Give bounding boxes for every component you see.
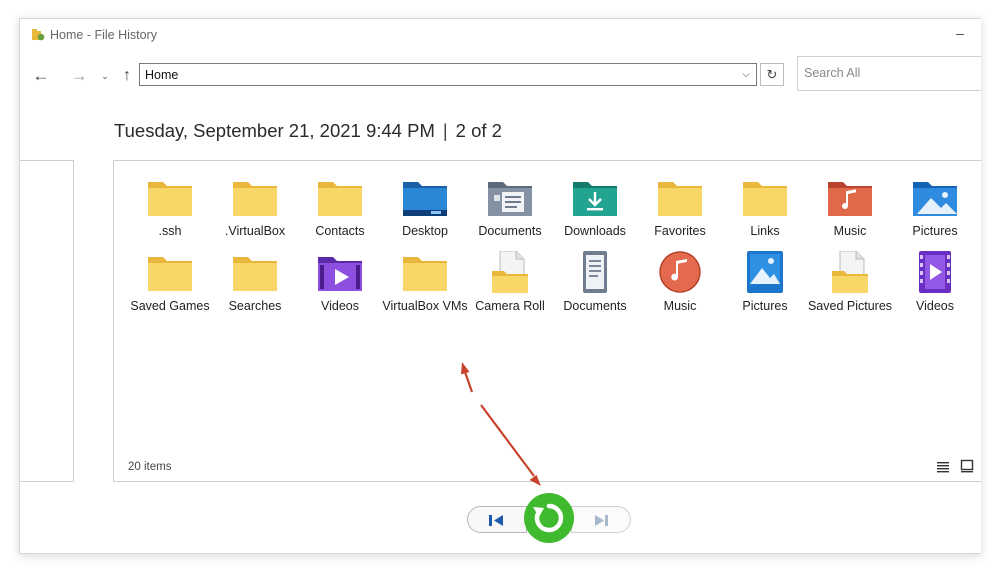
list-item[interactable]: Saved Games [127, 251, 213, 314]
large-icons-view-icon[interactable] [960, 459, 974, 473]
playback-controls [467, 493, 631, 543]
item-label: Camera Roll [475, 299, 545, 313]
file-history-app-icon [32, 29, 45, 41]
list-item[interactable]: Music [637, 251, 723, 314]
list-item[interactable]: Videos [892, 251, 978, 314]
folder-icon [656, 176, 704, 218]
list-item[interactable]: Contacts [297, 176, 383, 239]
item-count: 20 items [128, 461, 172, 473]
downloads-folder-icon [571, 176, 619, 218]
item-label: Favorites [654, 224, 706, 238]
snapshot-separator: | [442, 120, 448, 141]
item-label: Searches [228, 299, 282, 313]
window-title: Home - File History [50, 28, 157, 42]
previous-snapshot-pane[interactable] [20, 160, 74, 482]
chevron-down-icon[interactable]: ⌵ [739, 66, 753, 84]
address-bar[interactable]: Home ⌵ [139, 63, 757, 86]
item-label: Downloads [564, 224, 626, 238]
item-label: VirtualBox VMs [382, 299, 468, 313]
item-label: Documents [563, 299, 627, 313]
folder-icon [741, 176, 789, 218]
list-item[interactable]: Camera Roll [467, 251, 553, 314]
list-item[interactable]: Documents [552, 251, 638, 314]
library-documents-icon [571, 251, 619, 293]
library-saved-pictures-icon [826, 251, 874, 293]
skip-previous-icon [489, 515, 503, 526]
list-item[interactable]: .ssh [127, 176, 213, 239]
list-item[interactable]: Documents [467, 176, 553, 239]
folder-icon [401, 251, 449, 293]
library-videos-icon [911, 251, 959, 293]
folder-icon [231, 176, 279, 218]
item-label: Music [663, 299, 697, 313]
item-label: Documents [478, 224, 542, 238]
item-label: Pictures [912, 224, 958, 238]
previous-version-button[interactable] [467, 506, 527, 533]
item-label: Desktop [402, 224, 448, 238]
item-label: Links [750, 224, 780, 238]
skip-next-icon [595, 515, 608, 526]
item-label: Videos [321, 299, 359, 313]
snapshot-position: 2 of 2 [455, 120, 502, 141]
back-button[interactable]: ← [30, 65, 52, 87]
library-camera-roll-icon [486, 251, 534, 293]
file-history-window: Home - File History – ← → ⌄ ↑ Home ⌵ ↻ T… [19, 18, 981, 554]
list-item[interactable]: Desktop [382, 176, 468, 239]
list-item[interactable]: Saved Pictures [807, 251, 893, 314]
item-label: .VirtualBox [224, 224, 286, 238]
title-bar: Home - File History – [20, 19, 981, 51]
library-pictures-icon [741, 251, 789, 293]
list-item[interactable]: VirtualBox VMs [382, 251, 468, 314]
minimize-button[interactable]: – [952, 25, 968, 43]
library-music-icon [656, 251, 704, 293]
search-input[interactable] [804, 66, 974, 80]
item-label: Videos [916, 299, 954, 313]
folder-icon [231, 251, 279, 293]
list-item[interactable]: Favorites [637, 176, 723, 239]
list-item[interactable]: .VirtualBox [212, 176, 298, 239]
music-folder-icon [826, 176, 874, 218]
item-label: .ssh [158, 224, 182, 238]
desktop-folder-icon [401, 176, 449, 218]
snapshot-date-heading: Tuesday, September 21, 2021 9:44 PM | 2 of… [114, 120, 502, 142]
snapshot-date: Tuesday, September 21, 2021 9:44 PM [114, 120, 435, 141]
list-item[interactable]: Videos [297, 251, 383, 314]
list-item[interactable]: Pictures [722, 251, 808, 314]
item-label: Saved Games [130, 299, 210, 313]
restore-button[interactable] [524, 493, 574, 543]
file-list-pane: .ssh .VirtualBox Contacts Desktop Docume… [113, 160, 981, 482]
details-view-icon[interactable] [936, 460, 950, 474]
documents-folder-icon [486, 176, 534, 218]
up-button[interactable]: ↑ [116, 65, 138, 87]
recent-locations-icon[interactable]: ⌄ [100, 65, 110, 87]
list-item[interactable]: Links [722, 176, 808, 239]
folder-icon [146, 251, 194, 293]
search-box[interactable] [797, 56, 981, 91]
next-version-button[interactable] [571, 506, 631, 533]
folder-icon [316, 176, 364, 218]
item-label: Pictures [742, 299, 788, 313]
pictures-folder-icon [911, 176, 959, 218]
list-item[interactable]: Downloads [552, 176, 638, 239]
item-label: Music [833, 224, 867, 238]
list-item[interactable]: Music [807, 176, 893, 239]
item-label: Saved Pictures [807, 299, 893, 313]
item-label: Contacts [315, 224, 365, 238]
list-item[interactable]: Searches [212, 251, 298, 314]
forward-button[interactable]: → [68, 65, 90, 87]
folder-icon [146, 176, 194, 218]
refresh-button[interactable]: ↻ [760, 63, 784, 86]
restore-icon [533, 503, 564, 533]
videos-folder-icon [316, 251, 364, 293]
list-item[interactable]: Pictures [892, 176, 978, 239]
address-text: Home [145, 68, 179, 82]
